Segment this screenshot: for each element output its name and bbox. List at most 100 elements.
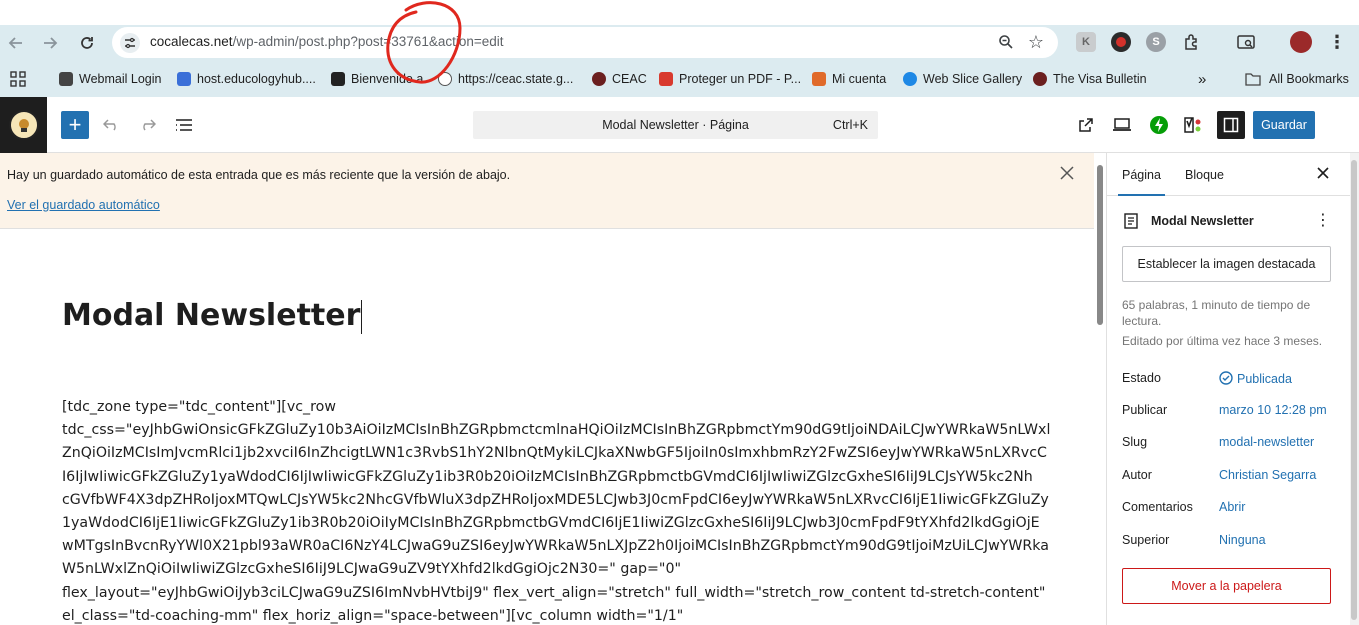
settings-sidebar-toggle[interactable] (1217, 111, 1245, 139)
list-view-icon (176, 119, 192, 131)
extension-red-icon[interactable] (1111, 32, 1131, 52)
url-text: cocalecas.net/wp-admin/post.php?post=337… (150, 34, 504, 49)
bookmark-label: Bienvenido a (351, 72, 424, 86)
content-line: 1yaWdodCI6IjE1IiwicGFkZGluZy1ib3R0b20iOi… (62, 515, 1040, 532)
external-link-icon (1079, 118, 1093, 132)
sidebar-doc-title: Modal Newsletter (1151, 214, 1254, 228)
yoast-seo-button[interactable] (1181, 111, 1209, 139)
bookmark-web-slice[interactable]: Web Slice Gallery (903, 69, 1022, 89)
educologyhub-favicon-icon (177, 72, 191, 86)
edge-favicon-icon (903, 72, 917, 86)
undo-button[interactable] (98, 111, 126, 139)
apps-grid-icon[interactable] (10, 69, 26, 89)
yoast-icon (1184, 117, 1201, 133)
view-autosave-link[interactable]: Ver el guardado automático (7, 198, 160, 212)
content-line: [tdc_zone type="tdc_content"][vc_row (62, 399, 336, 415)
extension-s-icon[interactable]: S (1146, 32, 1166, 52)
bookmark-proteger-pdf[interactable]: Proteger un PDF - P... (659, 69, 801, 89)
bookmark-visa-bulletin[interactable]: The Visa Bulletin (1033, 69, 1147, 89)
content-line: W5nLWxlZnQiOiIwIiwiZGlzcGxheSI6IiJ9LCJwa… (62, 561, 681, 578)
content-line: cGVfbWF4X3dpZHRoIjoxMTQwLCJsYW5kc2NhcGVf… (62, 491, 1049, 508)
close-sidebar-button[interactable] (1317, 163, 1329, 184)
all-bookmarks-folder[interactable]: All Bookmarks (1245, 69, 1349, 89)
set-featured-image-button[interactable]: Establecer la imagen destacada (1122, 246, 1331, 282)
tab-search-icon[interactable] (1236, 32, 1256, 52)
bookmark-label: CEAC (612, 72, 647, 86)
bookmark-label: host.educologyhub.... (197, 72, 316, 86)
publish-date-value[interactable]: marzo 10 12:28 pm (1219, 403, 1327, 417)
bookmark-label: The Visa Bulletin (1053, 72, 1147, 86)
post-title-text: Modal Newsletter (62, 298, 361, 333)
bookmarks-bar: Webmail Login host.educologyhub.... Bien… (0, 61, 1359, 97)
bookmark-educologyhub[interactable]: host.educologyhub.... (177, 69, 316, 89)
close-icon (1060, 166, 1074, 180)
reload-icon (81, 37, 93, 49)
extensions-puzzle-icon[interactable] (1182, 32, 1202, 52)
save-button[interactable]: Guardar (1253, 111, 1315, 139)
prop-label: Publicar (1122, 403, 1168, 417)
preview-button[interactable] (1108, 111, 1136, 139)
jetpack-button[interactable] (1145, 111, 1173, 139)
more-options-icon[interactable]: ⋮ (1315, 210, 1331, 230)
author-value[interactable]: Christian Segarra (1219, 468, 1316, 482)
profile-avatar[interactable] (1290, 31, 1312, 53)
redo-button[interactable] (133, 111, 161, 139)
webmail-favicon-icon (59, 72, 73, 86)
comments-value[interactable]: Abrir (1219, 500, 1245, 514)
settings-sidebar: Página Bloque Modal Newsletter ⋮ Estable… (1106, 153, 1351, 625)
command-palette-bar[interactable]: Modal Newsletter · Página Ctrl+K (473, 111, 878, 139)
notice-close-button[interactable] (1060, 163, 1074, 186)
editor-toolbar: + Modal Newsletter · Página Ctrl+K Guard… (0, 97, 1359, 153)
document-overview-button[interactable] (170, 111, 198, 139)
bookmark-label: https://ceac.state.g... (458, 72, 574, 86)
prop-publish: Publicar marzo 10 12:28 pm (1122, 403, 1342, 421)
autosave-notice: Hay un guardado automático de esta entra… (0, 153, 1094, 229)
browser-menu-icon[interactable]: ⋮ (1327, 32, 1347, 52)
bookmark-label: Web Slice Gallery (923, 72, 1023, 86)
bienvenido-favicon-icon (331, 72, 345, 86)
prop-comments: Comentarios Abrir (1122, 500, 1342, 518)
reload-button[interactable] (73, 29, 101, 57)
extension-k-icon[interactable]: K (1076, 32, 1096, 52)
content-line: I6IjIwIiwicGFkZGluZy1yaWdodCI6IjIwIiwicG… (62, 468, 1033, 485)
bookmark-ceac[interactable]: CEAC (592, 69, 647, 89)
globe-favicon-icon (438, 72, 452, 86)
document-bar-title: Modal Newsletter · Página (602, 118, 749, 132)
prop-status: Estado Publicada (1122, 371, 1342, 389)
prop-label: Slug (1122, 435, 1148, 449)
post-title[interactable]: Modal Newsletter (62, 298, 363, 334)
forward-button[interactable] (36, 29, 64, 57)
tab-block[interactable]: Bloque (1185, 168, 1224, 182)
address-bar[interactable]: cocalecas.net/wp-admin/post.php?post=337… (112, 27, 1058, 58)
bookmark-bienvenido[interactable]: Bienvenido a (331, 69, 423, 89)
shortcode-content-block[interactable]: [tdc_zone type="tdc_content"][vc_row tdc… (62, 396, 1050, 625)
bookmark-star-icon[interactable]: ☆ (1028, 32, 1044, 53)
page-document-icon (1124, 213, 1138, 234)
bookmark-mi-cuenta[interactable]: Mi cuenta (812, 69, 886, 89)
slug-value[interactable]: modal-newsletter (1219, 435, 1314, 449)
prop-label: Comentarios (1122, 500, 1193, 514)
prop-label: Autor (1122, 468, 1152, 482)
view-page-button[interactable] (1072, 111, 1100, 139)
bookmark-webmail[interactable]: Webmail Login (59, 69, 161, 89)
sidebar-scrollbar-thumb[interactable] (1351, 160, 1357, 620)
bookmark-label: Proteger un PDF - P... (679, 72, 802, 86)
bookmarks-overflow-icon[interactable]: » (1198, 69, 1206, 89)
add-block-button[interactable]: + (61, 111, 89, 139)
word-count-text: 65 palabras, 1 minuto de tiempo de lectu… (1122, 297, 1332, 329)
content-line: el_class="td-coaching-mm" flex_horiz_ali… (62, 607, 684, 624)
editor-scrollbar-thumb[interactable] (1097, 165, 1103, 325)
move-to-trash-button[interactable]: Mover a la papelera (1122, 568, 1331, 604)
bookmark-ceac-state[interactable]: https://ceac.state.g... (438, 69, 573, 89)
url-path: /wp-admin/post.php?post=33761&action=edi… (232, 34, 504, 49)
status-value[interactable]: Publicada (1219, 371, 1292, 386)
parent-value[interactable]: Ninguna (1219, 533, 1266, 547)
tab-page[interactable]: Página (1118, 168, 1165, 196)
site-logo-button[interactable] (0, 97, 47, 153)
content-line: flex_layout="eyJhbGwiOiJyb3ciLCJwaG9uZSI… (62, 584, 1046, 601)
site-info-icon[interactable] (120, 33, 140, 53)
zoom-icon[interactable] (998, 34, 1014, 55)
back-button[interactable] (2, 29, 30, 57)
published-check-icon (1219, 371, 1233, 385)
word-count-line: 65 palabras, 1 minuto de tiempo de (1122, 298, 1311, 312)
